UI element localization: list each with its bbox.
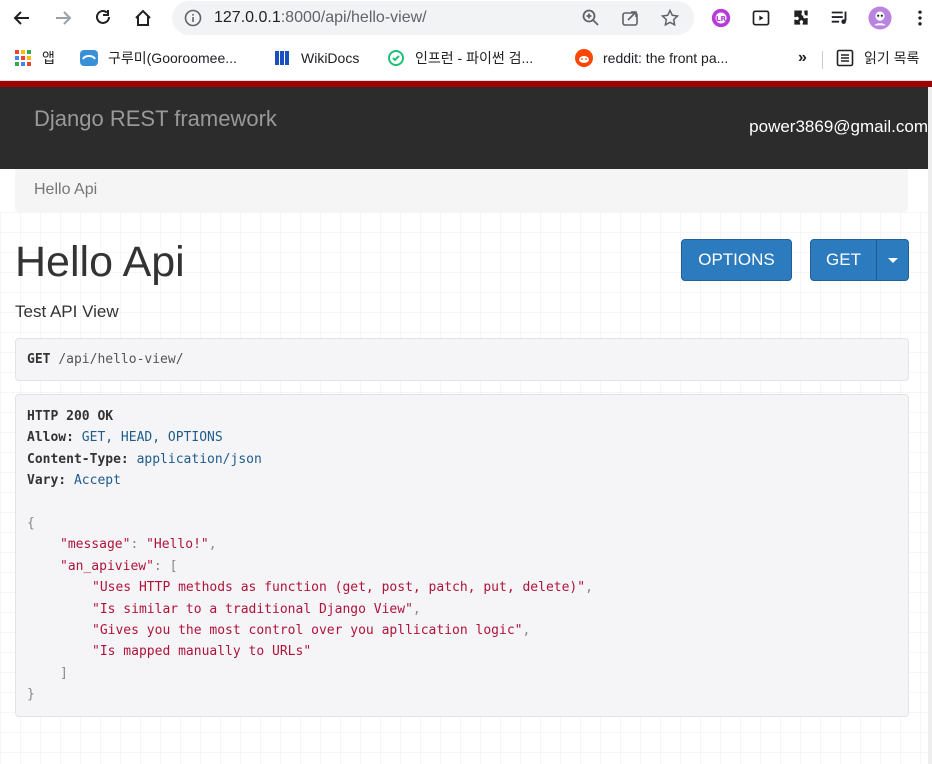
share-icon[interactable]	[620, 8, 640, 28]
forward-arrow-icon	[56, 11, 72, 25]
header-name: Vary:	[27, 473, 67, 488]
profile-button[interactable]	[868, 6, 892, 30]
bookmark-gooroomee[interactable]: 구루미(Gooroomee...	[80, 47, 237, 69]
json-apiview-line: "an_apiview": [	[60, 559, 178, 574]
more-vert-icon	[918, 10, 922, 26]
json-list-item: "Is mapped manually to URLs"	[92, 644, 312, 659]
svg-text:LR: LR	[716, 14, 727, 23]
forward-button[interactable]	[48, 4, 78, 32]
get-format-dropdown-button[interactable]	[876, 239, 909, 281]
json-message-line: "message": "Hello!",	[60, 537, 217, 552]
navbar: Django REST framework power3869@gmail.co…	[0, 87, 932, 169]
back-arrow-icon	[13, 11, 29, 25]
url-host: 127.0.0.1	[214, 9, 281, 26]
page-title: Hello Api	[15, 238, 185, 286]
zoom-icon[interactable]	[581, 8, 601, 28]
media-control-button[interactable]	[828, 6, 852, 30]
header-name: Content-Type:	[27, 452, 129, 467]
extension-media-button[interactable]	[749, 6, 773, 30]
bookmarks-divider	[822, 51, 823, 69]
url-path: :8000/api/hello-view/	[280, 9, 427, 26]
home-icon	[135, 9, 151, 26]
reading-list-label: 읽기 목록	[864, 50, 920, 66]
header-allow: Allow: GET, HEAD, OPTIONS	[27, 427, 223, 448]
json-open-brace: {	[27, 516, 35, 531]
menu-button[interactable]	[908, 6, 932, 30]
page-description: Test API View	[15, 302, 119, 321]
bookmark-label: 앱	[42, 50, 55, 66]
home-button[interactable]	[128, 4, 158, 32]
bookmark-star-icon[interactable]	[660, 8, 680, 28]
bookmark-label: WikiDocs	[301, 50, 360, 66]
overflow-chevron-icon: »	[798, 49, 807, 66]
bookmarks-bar: 앱 구루미(Gooroomee... WikiDocs 인프런 - 파이썬 검.…	[0, 37, 932, 81]
request-info: GET /api/hello-view/	[15, 338, 909, 381]
json-list-item: "Is similar to a traditional Django View…	[92, 602, 421, 617]
header-value: Accept	[73, 473, 121, 488]
bookmarks-overflow-button[interactable]: »	[798, 47, 807, 69]
caret-down-icon	[887, 257, 898, 263]
header-value: GET, HEAD, OPTIONS	[81, 430, 223, 445]
bookmark-reddit[interactable]: reddit: the front pa...	[575, 47, 728, 69]
json-string: "Hello!"	[146, 537, 209, 552]
reddit-icon	[575, 49, 593, 67]
json-close-bracket: ]	[60, 666, 68, 681]
json-close-brace: }	[27, 687, 35, 702]
address-bar[interactable]: 127.0.0.1:8000/api/hello-view/	[172, 1, 694, 35]
header-content-type: Content-Type: application/json	[27, 449, 262, 470]
site-info-icon[interactable]	[184, 9, 202, 27]
response-status: HTTP 200 OK	[27, 409, 114, 424]
lr-extension-icon: LR	[711, 8, 731, 28]
user-menu[interactable]: power3869@gmail.com	[749, 117, 928, 137]
breadcrumb-current: Hello Api	[34, 181, 98, 198]
header-vary: Vary: Accept	[27, 470, 121, 491]
json-key: "message"	[60, 537, 131, 552]
request-method: GET	[27, 352, 51, 367]
json-list-item: "Uses HTTP methods as function (get, pos…	[92, 580, 593, 595]
extensions-button[interactable]	[789, 6, 813, 30]
apps-grid-icon	[14, 49, 32, 67]
options-button[interactable]: OPTIONS	[681, 239, 792, 281]
bookmark-wikidocs[interactable]: WikiDocs	[273, 47, 359, 69]
request-line: GET /api/hello-view/	[27, 352, 184, 367]
media-extension-icon	[752, 10, 770, 26]
puzzle-icon	[794, 10, 808, 25]
avatar	[868, 6, 892, 30]
brand-link[interactable]: Django REST framework	[34, 106, 277, 132]
json-list-item: "Gives you the most control over you apl…	[92, 623, 531, 638]
reading-list-button[interactable]: 읽기 목록	[836, 47, 919, 69]
json-key: "an_apiview"	[60, 559, 154, 574]
reload-button[interactable]	[88, 4, 118, 32]
gooroomee-icon	[80, 49, 98, 67]
page-scrollbar[interactable]	[928, 87, 932, 764]
browser-toolbar: 127.0.0.1:8000/api/hello-view/ LR	[0, 0, 932, 37]
bookmark-apps[interactable]: 앱	[14, 47, 55, 69]
playlist-icon	[831, 11, 847, 24]
bookmark-label: 구루미(Gooroomee...	[108, 50, 237, 66]
header-name: Allow:	[27, 430, 74, 445]
reload-icon	[96, 9, 110, 24]
inflearn-icon	[387, 49, 405, 67]
get-button[interactable]: GET	[810, 239, 877, 281]
bookmark-inflearn[interactable]: 인프런 - 파이썬 검...	[387, 47, 533, 69]
response-info: HTTP 200 OK Allow: GET, HEAD, OPTIONS Co…	[15, 394, 909, 717]
breadcrumb: Hello Api	[15, 169, 908, 212]
bookmark-label: reddit: the front pa...	[603, 50, 729, 66]
request-path: /api/hello-view/	[58, 352, 184, 367]
back-button[interactable]	[7, 4, 37, 32]
bookmark-label: 인프런 - 파이썬 검...	[415, 50, 534, 66]
header-value: application/json	[136, 452, 262, 467]
reading-list-icon	[836, 49, 854, 67]
url-text[interactable]: 127.0.0.1:8000/api/hello-view/	[214, 9, 427, 27]
wikidocs-icon	[273, 49, 291, 67]
extension-lr-button[interactable]: LR	[709, 6, 733, 30]
